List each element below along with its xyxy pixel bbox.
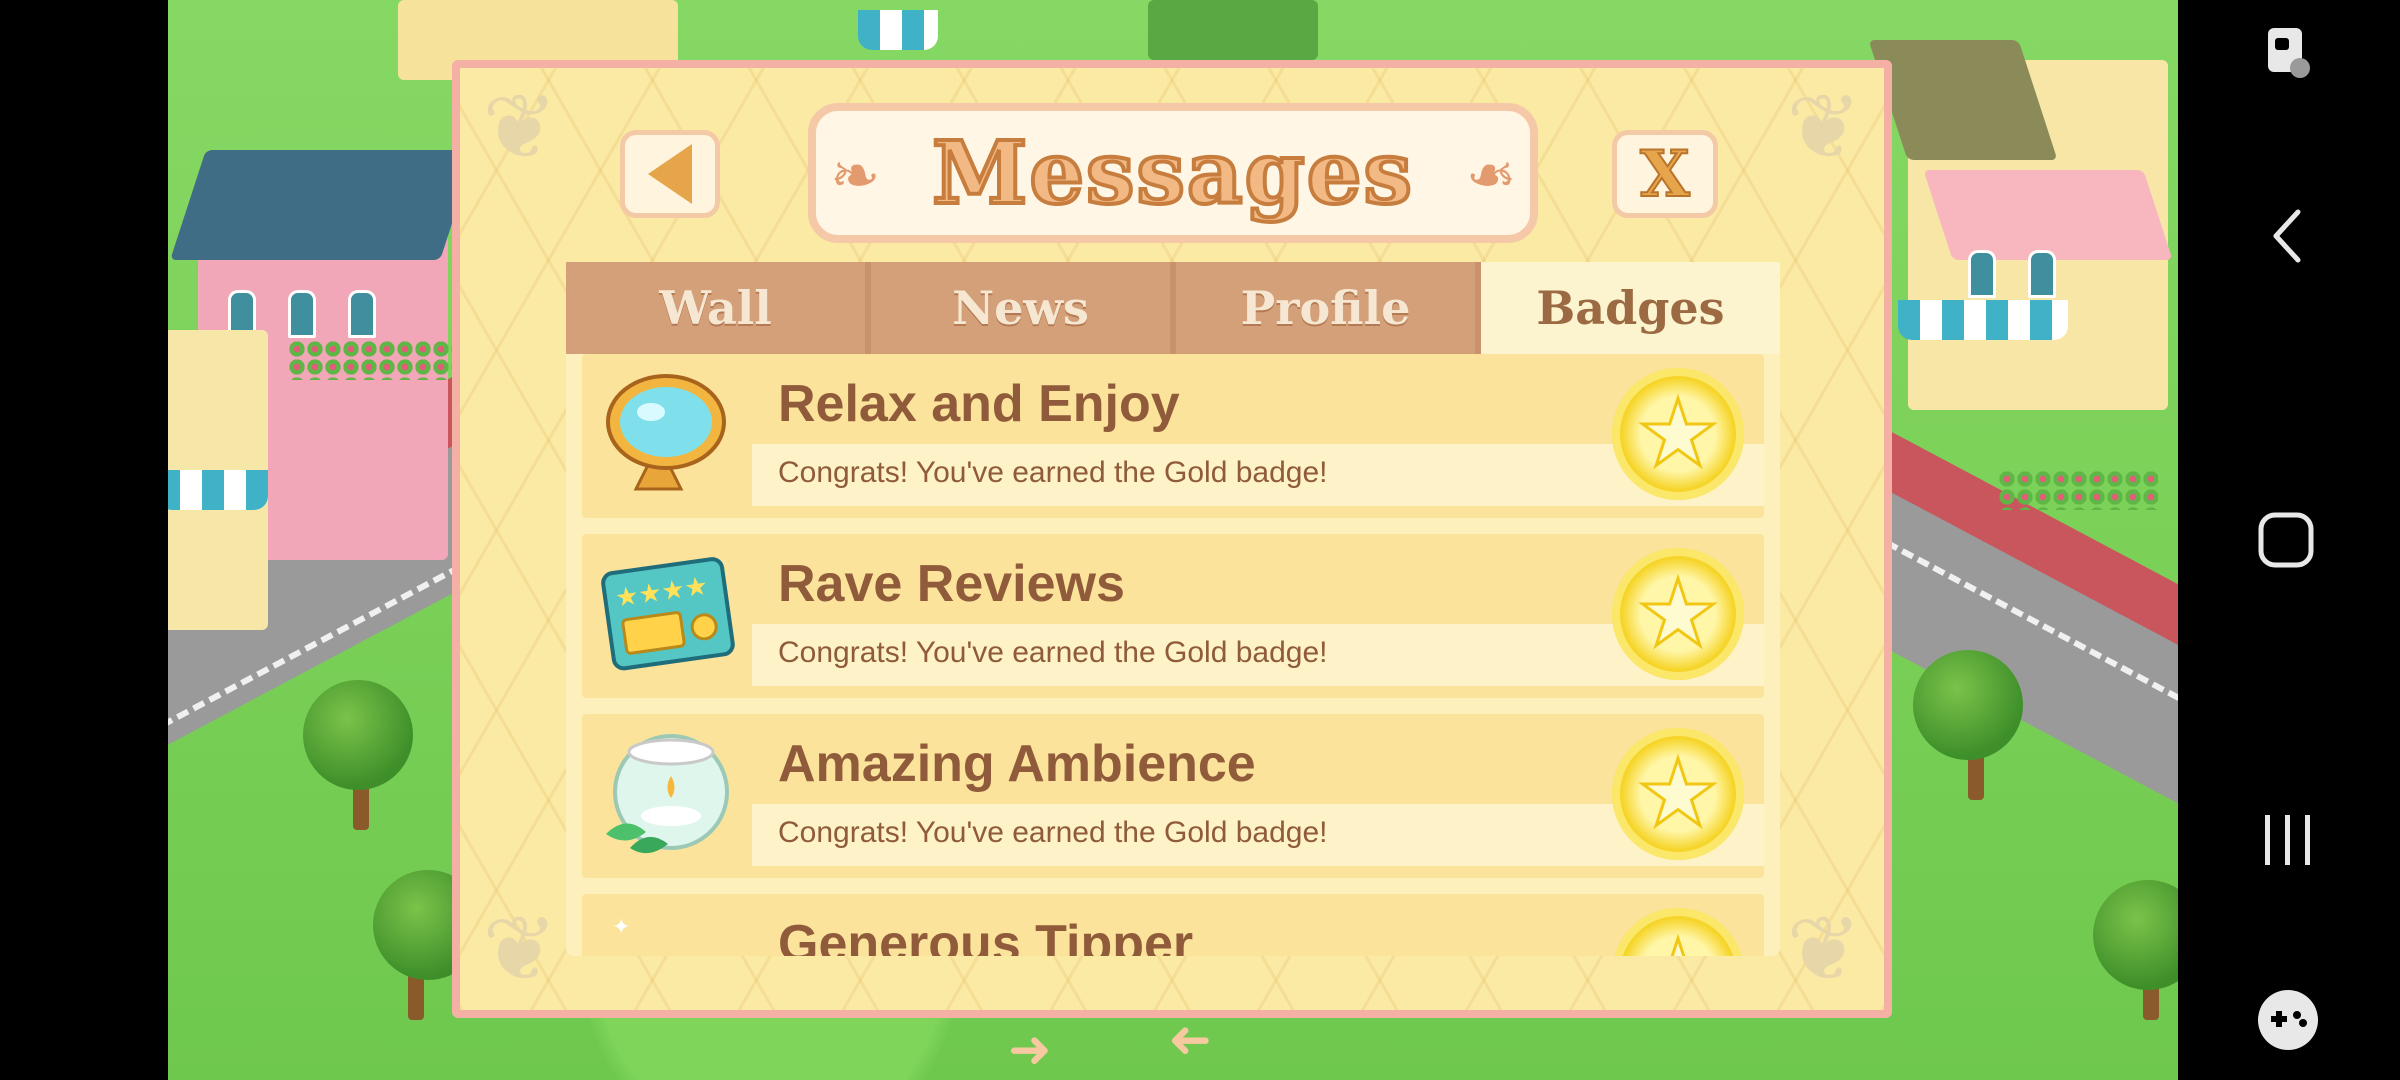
back-button[interactable] — [620, 130, 720, 218]
corner-ornament: ❦ — [1786, 75, 1862, 180]
badge-name: Rave Reviews — [778, 555, 1125, 613]
system-nav-bar — [2178, 0, 2400, 1080]
review-card-icon: ★★★★ — [596, 544, 736, 684]
mirror-icon — [596, 364, 736, 504]
tab-label: Wall — [659, 281, 772, 335]
tab-profile[interactable]: Profile — [1176, 262, 1481, 354]
tree — [1913, 650, 2023, 760]
flourish-icon: ❧ — [1465, 141, 1516, 211]
shop-awning — [1898, 300, 2068, 340]
building — [1148, 0, 1318, 60]
flower-box — [288, 340, 458, 380]
list-item[interactable]: Relax and Enjoy Congrats! You've earned … — [582, 354, 1764, 518]
back-arrow-icon — [648, 144, 692, 204]
tab-wall[interactable]: Wall — [566, 262, 871, 354]
list-item[interactable]: ★★★★ Rave Reviews Congrats! You've earne… — [582, 534, 1764, 698]
building-roof — [170, 150, 476, 260]
badge-description: Congrats! You've earned the Gold badge! — [778, 816, 1328, 849]
corner-ornament: ❦ — [482, 897, 558, 1002]
message-tabs: Wall News Profile Badges — [566, 262, 1780, 354]
candle-bowl-icon — [596, 724, 736, 864]
badge-name: Relax and Enjoy — [778, 375, 1180, 433]
building-roof — [1923, 170, 2173, 260]
shop-awning — [858, 10, 938, 50]
flourish-icon: ❧ — [830, 141, 881, 211]
window — [2028, 250, 2056, 298]
recent-apps-icon[interactable] — [2238, 805, 2338, 879]
tab-badges[interactable]: Badges — [1481, 262, 1780, 354]
rotate-right-icon[interactable]: ➜ — [1168, 1010, 1212, 1070]
gold-star-badge-icon: ★ — [1612, 908, 1744, 956]
shop-awning — [168, 470, 268, 510]
building-roof — [1868, 40, 2058, 160]
tab-label: Profile — [1240, 281, 1411, 335]
home-icon[interactable] — [2238, 505, 2338, 579]
badge-description: Congrats! You've earned the Gold badge! — [778, 456, 1328, 489]
tree — [303, 680, 413, 790]
rotate-left-icon[interactable]: ➜ — [1008, 1020, 1052, 1080]
close-button[interactable]: X — [1612, 130, 1718, 218]
badge-name: Generous Tipper — [778, 915, 1194, 956]
corner-ornament: ❦ — [482, 75, 558, 180]
badge-list[interactable]: Relax and Enjoy Congrats! You've earned … — [566, 354, 1780, 956]
tree — [2093, 880, 2178, 990]
tip-icon: ✦ — [596, 904, 736, 956]
window — [1968, 250, 1996, 298]
badge-name: Amazing Ambience — [778, 735, 1256, 793]
list-item[interactable]: ✦ Generous Tipper ★ — [582, 894, 1764, 956]
gold-star-badge-icon: ★ — [1612, 548, 1744, 680]
svg-text:✦: ✦ — [612, 915, 630, 940]
title-plaque: ❧ Messages ❧ — [808, 103, 1538, 243]
tab-label: Badges — [1536, 281, 1725, 335]
corner-ornament: ❦ — [1786, 897, 1862, 1002]
window — [288, 290, 316, 338]
window — [348, 290, 376, 338]
tab-news[interactable]: News — [871, 262, 1176, 354]
back-arrow-icon[interactable] — [2238, 200, 2338, 274]
tab-label: News — [952, 281, 1089, 335]
close-icon: X — [1639, 136, 1691, 213]
flower-box — [1998, 470, 2158, 510]
gold-star-badge-icon: ★ — [1612, 368, 1744, 500]
game-controller-icon[interactable] — [2238, 985, 2338, 1059]
page-title: Messages — [930, 121, 1414, 226]
list-item[interactable]: Amazing Ambience Congrats! You've earned… — [582, 714, 1764, 878]
screen-lock-icon[interactable] — [2238, 20, 2338, 94]
badge-description: Congrats! You've earned the Gold badge! — [778, 636, 1328, 669]
gold-star-badge-icon: ★ — [1612, 728, 1744, 860]
